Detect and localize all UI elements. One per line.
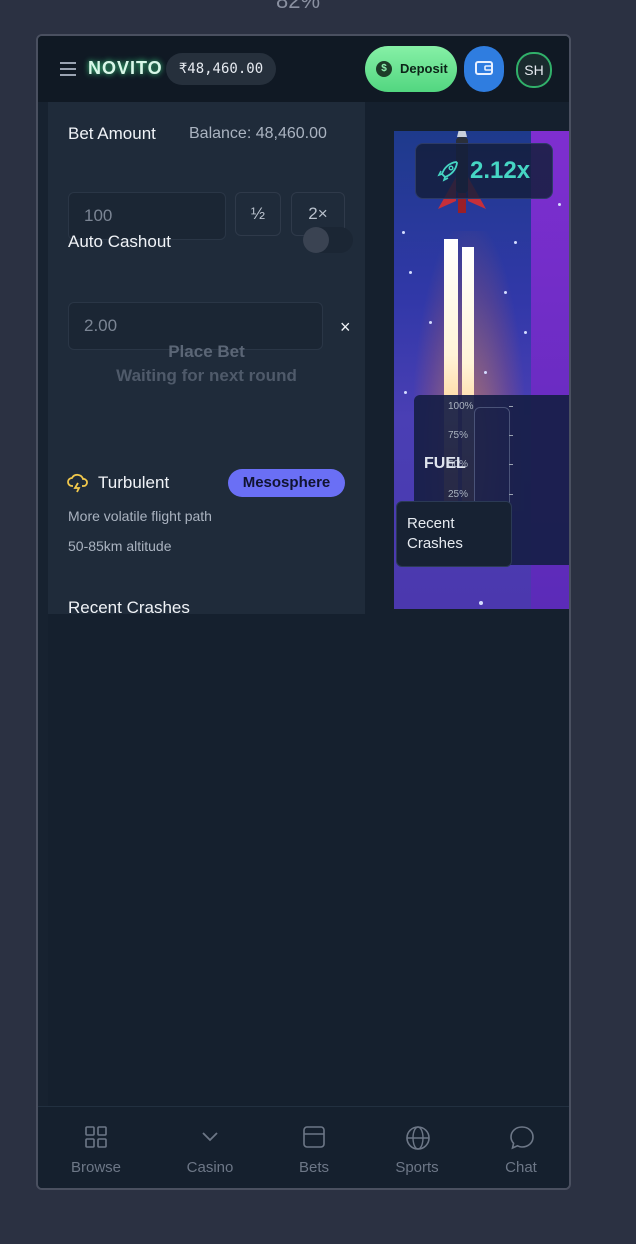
wallet-button[interactable]: [464, 46, 504, 92]
top-header: NOVITO ₹48,460.00 $ Deposit SH: [38, 36, 569, 102]
nav-chat[interactable]: Chat: [471, 1107, 569, 1188]
auto-cashout-toggle[interactable]: [303, 227, 353, 253]
zoom-level: 82%: [276, 0, 321, 13]
fuel-level-100: 100%: [448, 401, 474, 412]
nav-bets-label: Bets: [298, 1159, 329, 1176]
fuel-tick: [509, 494, 513, 495]
dollar-coin-icon: $: [376, 61, 392, 77]
star: [479, 601, 483, 605]
wallet-icon: [475, 61, 493, 75]
layer-badge: Mesosphere: [228, 469, 345, 497]
mobile-viewport: NOVITO ₹48,460.00 $ Deposit SH Bet Amoun…: [36, 34, 571, 1190]
toggle-knob: [303, 227, 329, 253]
globe-icon: [406, 1126, 430, 1150]
star: [514, 241, 517, 244]
multiplier-display: 2.12x: [415, 143, 553, 199]
star: [484, 371, 487, 374]
fuel-tube: [474, 407, 510, 509]
deposit-button[interactable]: $ Deposit: [365, 46, 457, 92]
star: [429, 321, 432, 324]
user-avatar[interactable]: SH: [516, 52, 552, 88]
star: [558, 203, 561, 206]
nav-browse-label: Browse: [70, 1159, 122, 1176]
fuel-tick: [509, 435, 513, 436]
nav-casino-label: Casino: [186, 1159, 234, 1176]
place-bet-button[interactable]: Place Bet: [48, 342, 365, 362]
chevron-down-icon: [202, 1132, 218, 1142]
fuel-tick: [509, 406, 513, 407]
bet-amount-label: Bet Amount: [68, 124, 156, 143]
auto-cashout-label: Auto Cashout: [68, 232, 172, 251]
star: [404, 391, 407, 394]
nav-browse[interactable]: Browse: [46, 1107, 146, 1188]
fuel-level-25: 25%: [448, 489, 469, 500]
left-edge-strip: [38, 102, 48, 1106]
balance-label: Balance: 48,460.00: [189, 125, 327, 142]
multiplier-value: 2.12x: [470, 157, 531, 184]
star: [402, 231, 405, 234]
clear-cashout-button[interactable]: ×: [340, 317, 351, 338]
nav-chat-label: Chat: [505, 1159, 537, 1176]
rocket-small-icon: [437, 161, 458, 182]
balance-pill[interactable]: ₹48,460.00: [166, 53, 276, 85]
nav-sports-label: Sports: [395, 1159, 439, 1176]
chat-bubble-icon: [510, 1126, 534, 1150]
storm-cloud-icon: [67, 473, 88, 493]
star: [524, 331, 527, 334]
ticket-icon: [303, 1126, 325, 1148]
star: [504, 291, 507, 294]
recent-crashes-heading: Recent Crashes: [68, 598, 190, 617]
nav-bets[interactable]: Bets: [264, 1107, 364, 1188]
brand-logo[interactable]: NOVITO: [88, 58, 163, 79]
grid-icon: [85, 1126, 107, 1148]
bottom-navigation: Browse Casino Bets Sports Chat: [38, 1106, 569, 1188]
recent-crashes-label: Recent Crashes: [407, 515, 463, 552]
mode-label: Turbulent: [98, 473, 170, 492]
waiting-status: Waiting for next round: [116, 366, 297, 385]
hamburger-menu-icon[interactable]: [60, 62, 76, 76]
altitude-range: 50-85km altitude: [68, 538, 172, 554]
mode-description: More volatile flight path: [68, 508, 212, 524]
nav-casino[interactable]: Casino: [160, 1107, 260, 1188]
deposit-label: Deposit: [400, 61, 448, 76]
fuel-label: FUEL: [424, 455, 466, 472]
bet-panel: Bet Amount Balance: 48,460.00 100 ½ 2× A…: [48, 102, 365, 617]
fuel-tick: [509, 464, 513, 465]
recent-crashes-card[interactable]: Recent Crashes: [396, 501, 512, 567]
half-bet-button[interactable]: ½: [235, 192, 281, 236]
fuel-level-75: 75%: [448, 430, 469, 441]
star: [409, 271, 412, 274]
nav-sports[interactable]: Sports: [367, 1107, 467, 1188]
game-canvas: 2.12x 100% 75% 50% 25% FUEL Recent Crash…: [394, 131, 569, 609]
